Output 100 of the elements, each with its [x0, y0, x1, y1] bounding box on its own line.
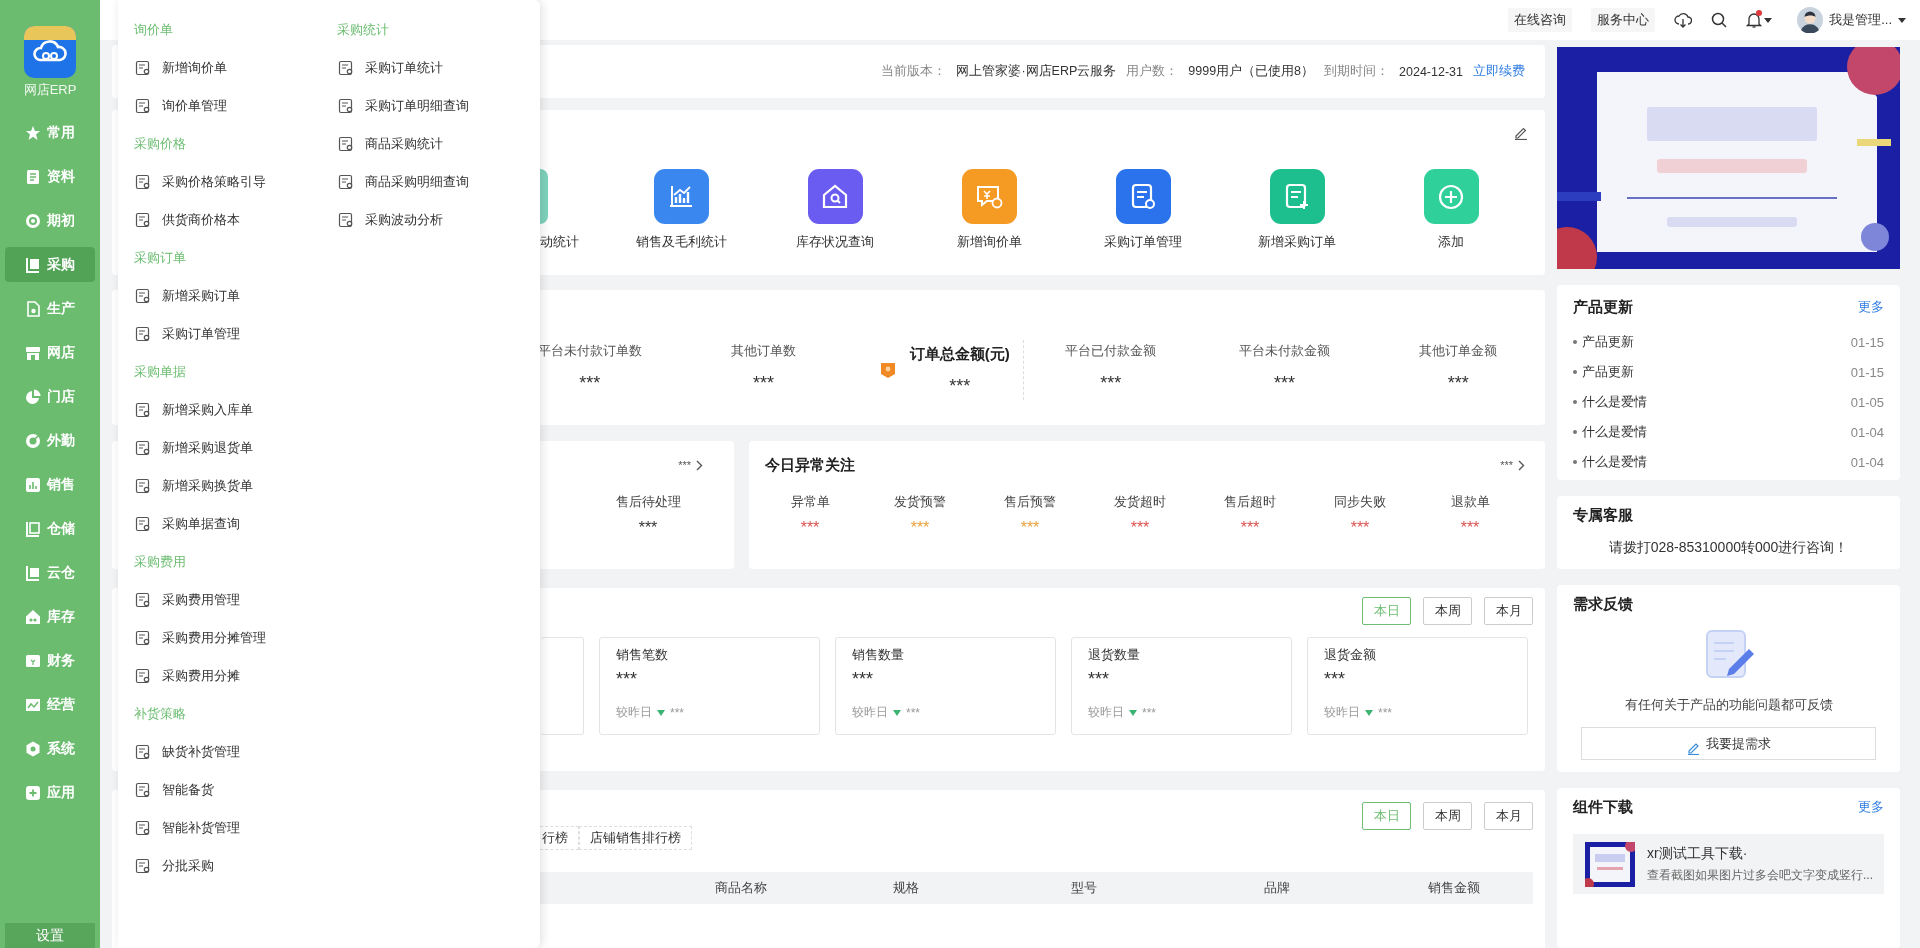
- shortcut-label[interactable]: 库存状况查询: [796, 232, 874, 252]
- period-button[interactable]: 本月: [1484, 597, 1533, 625]
- shortcut-button[interactable]: [653, 169, 709, 224]
- renew-link[interactable]: 立即续费: [1473, 63, 1525, 80]
- menu-item[interactable]: 询价单管理: [162, 97, 227, 115]
- menu-item[interactable]: 新增采购订单: [162, 287, 240, 305]
- card-title: 组件下载: [1573, 797, 1633, 817]
- bell-icon[interactable]: [1746, 12, 1763, 28]
- user-name[interactable]: 我是管理...: [1829, 11, 1892, 29]
- menu-item[interactable]: 采购价格策略引导: [162, 173, 266, 191]
- more-link[interactable]: ***: [1500, 455, 1525, 475]
- stat-label: 销售数量: [852, 647, 905, 664]
- search-icon[interactable]: [1711, 12, 1728, 28]
- shortcut-label[interactable]: 动统计: [540, 232, 579, 252]
- menu-item[interactable]: 商品采购明细查询: [365, 173, 469, 191]
- more-link[interactable]: 更多: [1858, 298, 1884, 316]
- menu-item[interactable]: 新增采购换货单: [162, 477, 253, 495]
- document-icon: [135, 630, 151, 646]
- store-icon: [25, 344, 41, 361]
- menu-item[interactable]: 采购订单管理: [162, 325, 240, 343]
- stat-value: ***: [1020, 518, 1040, 538]
- news-date: 01-04: [1850, 454, 1884, 470]
- menu-item[interactable]: 分批采购: [162, 857, 214, 875]
- stat-label: 退货金额: [1324, 647, 1377, 664]
- menu-item[interactable]: 缺货补货管理: [162, 743, 240, 761]
- tab[interactable]: 行榜: [540, 826, 579, 850]
- menu-item[interactable]: 智能备货: [162, 781, 214, 799]
- news-date: 01-15: [1850, 364, 1884, 380]
- menu-item[interactable]: 采购费用管理: [162, 591, 240, 609]
- menu-item[interactable]: 采购波动分析: [365, 211, 443, 229]
- document-icon: [338, 212, 354, 228]
- trend-down-icon: [893, 709, 901, 716]
- book-icon: [25, 256, 41, 273]
- shortcut-label[interactable]: 新增采购订单: [1258, 232, 1336, 252]
- news-title[interactable]: 产品更新: [1582, 333, 1634, 351]
- menu-item[interactable]: 新增询价单: [162, 59, 227, 77]
- menu-item[interactable]: 采购费用分摊管理: [162, 629, 266, 647]
- menu-group-title: 采购统计: [337, 21, 389, 39]
- edit-icon[interactable]: [1514, 126, 1528, 140]
- shortcut-label[interactable]: 销售及毛利统计: [635, 232, 727, 252]
- stat-label: 平台已付款金额: [1065, 343, 1157, 360]
- menu-item[interactable]: 智能补货管理: [162, 819, 240, 837]
- document-icon: [135, 98, 151, 114]
- menu-item[interactable]: 采购费用分摊: [162, 667, 240, 685]
- shortcut-label[interactable]: 添加: [1438, 232, 1464, 252]
- stat-value: ***: [852, 668, 874, 690]
- field-label: 用户数：: [1126, 63, 1179, 80]
- menu-item[interactable]: 采购订单统计: [365, 59, 443, 77]
- change-value: ***: [1378, 705, 1392, 720]
- stat-label: 售后预警: [1004, 493, 1056, 511]
- compare-label: 较昨日: [1324, 704, 1360, 721]
- feedback-button[interactable]: 我要提需求: [1581, 727, 1876, 760]
- stat-label: 其他订单金额: [1419, 343, 1498, 360]
- shortcut-label[interactable]: 采购订单管理: [1104, 232, 1182, 252]
- news-title[interactable]: 什么是爱情: [1582, 423, 1647, 441]
- more-link[interactable]: 更多: [1858, 798, 1884, 816]
- change-value: ***: [1142, 705, 1156, 720]
- target-icon: [25, 432, 41, 449]
- card-title: 需求反馈: [1573, 594, 1633, 614]
- menu-item[interactable]: 新增采购入库单: [162, 401, 253, 419]
- bullet-icon: [1573, 400, 1577, 404]
- shortcut-button[interactable]: [1115, 169, 1171, 224]
- menu-item[interactable]: 采购订单明细查询: [365, 97, 469, 115]
- period-button[interactable]: 本周: [1423, 802, 1472, 830]
- menu-item[interactable]: 采购单据查询: [162, 515, 240, 533]
- trend-down-icon: [1129, 709, 1137, 716]
- menu-item[interactable]: 商品采购统计: [365, 135, 443, 153]
- period-button[interactable]: 本月: [1484, 802, 1533, 830]
- pie-chart-icon: [25, 388, 41, 405]
- trend-down-icon: [657, 709, 665, 716]
- stat-label: 平台未付款订单数: [537, 343, 642, 360]
- stat-value: ***: [949, 375, 971, 397]
- card-title: 专属客服: [1573, 505, 1633, 525]
- document-icon: [135, 478, 151, 494]
- stat-value: ***: [800, 518, 820, 538]
- book-icon: [25, 520, 41, 537]
- stat-value: ***: [1274, 372, 1295, 394]
- period-button[interactable]: 本周: [1423, 597, 1472, 625]
- stat-label: 发货超时: [1114, 493, 1166, 511]
- topbar-link[interactable]: 服务中心: [1591, 8, 1656, 32]
- caret-down-icon[interactable]: [1764, 17, 1773, 23]
- stat-label: 异常单: [790, 493, 830, 511]
- more-link[interactable]: ***: [678, 455, 703, 475]
- cloud-download-icon[interactable]: [1674, 12, 1693, 28]
- topbar-link[interactable]: 在线咨询: [1508, 8, 1573, 32]
- download-item[interactable]: xr测试工具下载· 查看截图如果图片过多会吧文字变成竖行...: [1573, 834, 1884, 894]
- menu-item[interactable]: 新增采购退货单: [162, 439, 253, 457]
- news-title[interactable]: 产品更新: [1582, 363, 1634, 381]
- avatar[interactable]: [1797, 7, 1824, 33]
- caret-down-icon[interactable]: [1898, 17, 1906, 23]
- stat-label: 销售笔数: [616, 647, 669, 664]
- menu-item[interactable]: 供货商价格本: [162, 211, 240, 229]
- tab[interactable]: 店铺销售排行榜: [579, 826, 692, 850]
- shortcut-button[interactable]: [807, 169, 863, 224]
- shortcut-label[interactable]: 新增询价单: [956, 232, 1022, 252]
- news-title[interactable]: 什么是爱情: [1582, 393, 1647, 411]
- document-icon: [135, 326, 151, 342]
- download-description: 查看截图如果图片过多会吧文字变成竖行...: [1647, 866, 1872, 884]
- news-title[interactable]: 什么是爱情: [1582, 453, 1647, 471]
- stat-value: ***: [1350, 518, 1370, 538]
